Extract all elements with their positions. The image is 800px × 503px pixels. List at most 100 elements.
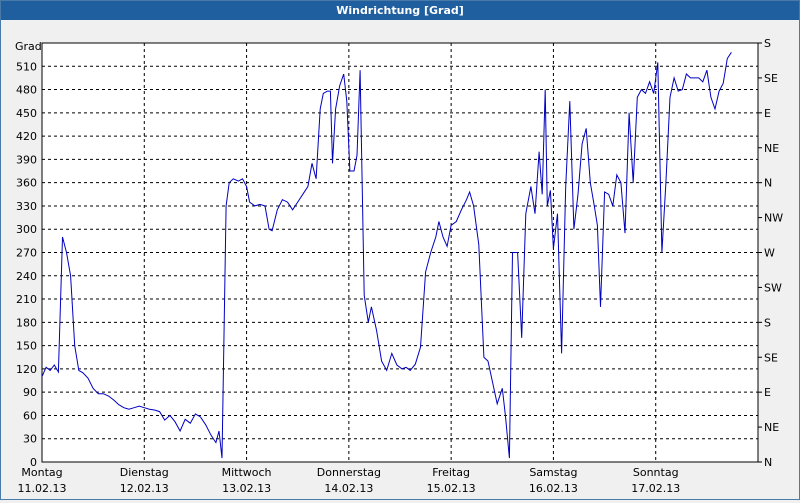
data-point: [62, 237, 63, 238]
data-point: [653, 93, 654, 94]
chart-window: Windrichtung [Grad] 0 30 60 90 120 150 180 210 2…: [0, 0, 800, 500]
data-point: [371, 306, 372, 307]
data-point: [573, 229, 574, 230]
data-point: [661, 252, 662, 253]
x-tick-day: Freitag: [432, 466, 470, 479]
data-point: [597, 225, 598, 226]
data-point: [205, 424, 206, 425]
data-point: [561, 353, 562, 354]
data-point: [249, 202, 250, 203]
data-point: [354, 171, 355, 172]
data-point: [469, 192, 470, 193]
data-point: [430, 252, 431, 253]
x-tick-date: 13.02.13: [222, 482, 271, 495]
y-tick-label: 330: [16, 200, 37, 213]
data-point: [320, 109, 321, 110]
x-tick-date: 17.02.13: [631, 482, 680, 495]
data-point: [265, 205, 266, 206]
data-point: [229, 182, 230, 183]
data-point: [169, 415, 170, 416]
data-point: [670, 97, 671, 98]
data-point: [302, 194, 303, 195]
data-point: [103, 393, 104, 394]
data-point: [259, 204, 260, 205]
data-point: [376, 330, 377, 331]
x-tick-day: Dienstag: [120, 466, 169, 479]
data-point: [502, 388, 503, 389]
data-point: [292, 209, 293, 210]
y-tick-label: 450: [16, 107, 37, 120]
data-point: [629, 112, 630, 113]
data-point: [323, 93, 324, 94]
y-tick-label: 420: [16, 130, 37, 143]
data-point: [335, 109, 336, 110]
data-point: [108, 396, 109, 397]
data-point: [360, 70, 361, 71]
data-point: [612, 205, 613, 206]
data-point: [620, 182, 621, 183]
data-point: [678, 91, 679, 92]
right-tick-label: NW: [764, 212, 783, 225]
data-point: [616, 174, 617, 175]
data-point: [578, 194, 579, 195]
x-tick-day: Mittwoch: [222, 466, 272, 479]
data-point: [233, 178, 234, 179]
data-point: [312, 163, 313, 164]
data-point: [195, 413, 196, 414]
right-tick-label: SE: [764, 351, 778, 364]
right-tick-label: W: [764, 247, 775, 260]
data-point: [272, 230, 273, 231]
data-point: [530, 186, 531, 187]
data-point: [600, 306, 601, 307]
data-point: [447, 246, 448, 247]
data-point: [727, 58, 728, 59]
data-point: [517, 252, 518, 253]
data-point: [254, 205, 255, 206]
data-point: [200, 417, 201, 418]
data-point: [190, 423, 191, 424]
x-tick-date: 12.02.13: [120, 482, 169, 495]
data-point: [633, 182, 634, 183]
data-point: [58, 372, 59, 373]
x-tick-day: Sonntag: [633, 466, 679, 479]
data-point: [512, 252, 513, 253]
right-tick-label: NE: [764, 142, 779, 155]
data-point: [368, 322, 369, 323]
data-point: [402, 368, 403, 369]
data-point: [483, 357, 484, 358]
data-point: [702, 81, 703, 82]
data-point: [723, 83, 724, 84]
y-tick-label: 60: [23, 409, 37, 422]
data-point: [226, 205, 227, 206]
data-point: [686, 74, 687, 75]
right-tick-label: N: [764, 177, 772, 190]
data-point: [719, 91, 720, 92]
data-point: [645, 93, 646, 94]
y-tick-label: 270: [16, 247, 37, 260]
data-point: [698, 77, 699, 78]
data-point: [649, 81, 650, 82]
right-tick-label: S: [764, 316, 771, 329]
data-point: [246, 186, 247, 187]
data-point: [590, 182, 591, 183]
data-point: [307, 186, 308, 187]
data-point: [420, 347, 421, 348]
data-point: [550, 190, 551, 191]
data-point: [269, 229, 270, 230]
right-tick-label: SE: [764, 72, 778, 85]
data-point: [625, 233, 626, 234]
data-point: [215, 442, 216, 443]
data-point: [488, 361, 489, 362]
data-point: [54, 365, 55, 366]
data-point: [715, 109, 716, 110]
data-point: [180, 431, 181, 432]
y-tick-label: 90: [23, 386, 37, 399]
data-point: [690, 77, 691, 78]
y-tick-label: 480: [16, 84, 37, 97]
y-tick-label: 180: [16, 316, 37, 329]
y-tick-label: 390: [16, 153, 37, 166]
data-point: [478, 244, 479, 245]
data-point: [443, 237, 444, 238]
x-tick-day: Samstag: [529, 466, 577, 479]
data-point: [604, 192, 605, 193]
